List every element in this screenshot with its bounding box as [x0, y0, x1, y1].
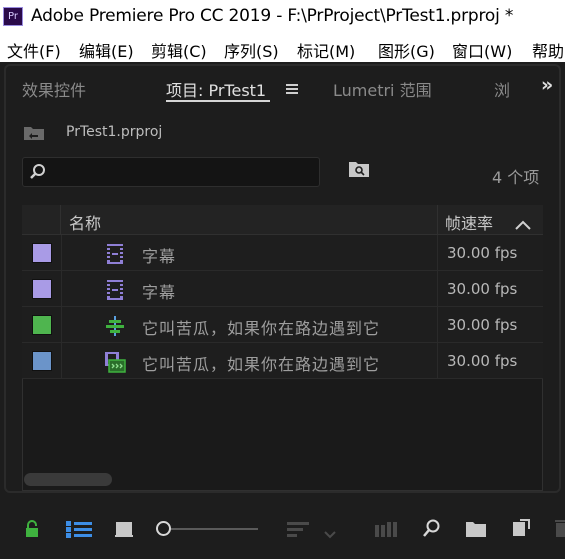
find-in-bin-icon[interactable]	[348, 160, 370, 178]
clip-name[interactable]: 字幕	[142, 243, 176, 267]
column-header-fps[interactable]: 帧速率	[445, 210, 493, 234]
column-divider	[61, 307, 62, 343]
table-row[interactable]: 它叫苦瓜，如果你在路边遇到它 30.00 fps	[22, 343, 543, 379]
label-color-swatch[interactable]	[32, 351, 52, 371]
clip-fps: 30.00 fps	[447, 280, 518, 298]
subtitle-icon	[104, 243, 126, 265]
new-bin-icon[interactable]	[465, 520, 487, 542]
menu-help[interactable]: 帮助	[532, 38, 564, 62]
menu-clip[interactable]: 剪辑(C)	[151, 38, 207, 62]
column-divider	[437, 271, 438, 307]
tab-project[interactable]: 项目: PrTest1	[166, 77, 266, 101]
column-header-name[interactable]: 名称	[69, 210, 101, 234]
parent-folder-icon[interactable]	[23, 124, 45, 141]
panel-menu-icon[interactable]	[286, 84, 298, 94]
column-divider	[61, 343, 62, 379]
delete-icon[interactable]	[555, 519, 565, 542]
menu-edit[interactable]: 编辑(E)	[79, 38, 134, 62]
column-divider[interactable]	[437, 205, 438, 235]
audio-clip-icon	[104, 315, 126, 337]
column-divider	[437, 235, 438, 271]
active-tab-indicator	[166, 100, 270, 102]
column-divider	[437, 343, 438, 379]
automate-to-sequence-icon[interactable]	[375, 522, 399, 542]
menu-file[interactable]: 文件(F)	[7, 38, 61, 62]
table-row[interactable]: 它叫苦瓜，如果你在路边遇到它 30.00 fps	[22, 307, 543, 343]
zoom-slider-track[interactable]	[170, 528, 258, 530]
clip-fps: 30.00 fps	[447, 244, 518, 262]
clip-name[interactable]: 字幕	[142, 279, 176, 303]
subtitle-icon	[104, 279, 126, 301]
table-row[interactable]: 字幕 30.00 fps	[22, 271, 543, 307]
sort-ascending-icon[interactable]	[515, 215, 531, 230]
column-divider	[437, 307, 438, 343]
clip-name[interactable]: 它叫苦瓜，如果你在路边遇到它	[142, 351, 380, 375]
find-icon[interactable]	[423, 519, 441, 543]
column-divider	[61, 271, 62, 307]
lock-icon[interactable]	[25, 520, 39, 542]
sort-icons-icon[interactable]	[287, 521, 309, 542]
premiere-logo-icon: Pr	[3, 7, 23, 26]
menu-marker[interactable]: 标记(M)	[297, 38, 355, 62]
horizontal-scrollbar[interactable]	[24, 473, 112, 486]
menu-sequence[interactable]: 序列(S)	[224, 38, 279, 62]
tab-overflow-icon[interactable]: »	[541, 74, 553, 96]
menu-window[interactable]: 窗口(W)	[452, 38, 512, 62]
zoom-slider-handle[interactable]	[156, 521, 171, 536]
search-icon	[29, 163, 47, 181]
table-row[interactable]: 字幕 30.00 fps	[22, 235, 543, 271]
window-title: Adobe Premiere Pro CC 2019 - F:\PrProjec…	[31, 6, 514, 26]
search-input[interactable]	[22, 157, 320, 187]
clip-name[interactable]: 它叫苦瓜，如果你在路边遇到它	[142, 315, 380, 339]
new-item-icon[interactable]	[512, 519, 530, 541]
menu-bar: 文件(F) 编辑(E) 剪辑(C) 序列(S) 标记(M) 图形(G) 窗口(W…	[0, 34, 565, 62]
item-count: 4 个项	[492, 168, 540, 187]
title-bar: Pr Adobe Premiere Pro CC 2019 - F:\PrPro…	[0, 0, 565, 34]
chevron-down-icon[interactable]	[324, 524, 336, 543]
label-color-swatch[interactable]	[32, 243, 52, 263]
icon-view-icon[interactable]	[115, 521, 133, 542]
label-color-swatch[interactable]	[32, 279, 52, 299]
clip-fps: 30.00 fps	[447, 316, 518, 334]
tab-media-browser[interactable]: 浏	[494, 77, 510, 101]
tab-effect-controls[interactable]: 效果控件	[22, 77, 86, 101]
video-clip-icon	[104, 351, 126, 373]
clip-fps: 30.00 fps	[447, 352, 518, 370]
label-color-swatch[interactable]	[32, 315, 52, 335]
project-file-name: PrTest1.prproj	[66, 124, 163, 140]
menu-graphics[interactable]: 图形(G)	[378, 38, 435, 62]
tab-lumetri-scopes[interactable]: Lumetri 范围	[333, 77, 432, 101]
column-divider	[61, 235, 62, 271]
list-view-icon[interactable]	[66, 521, 92, 542]
label-column-header[interactable]	[22, 205, 61, 235]
